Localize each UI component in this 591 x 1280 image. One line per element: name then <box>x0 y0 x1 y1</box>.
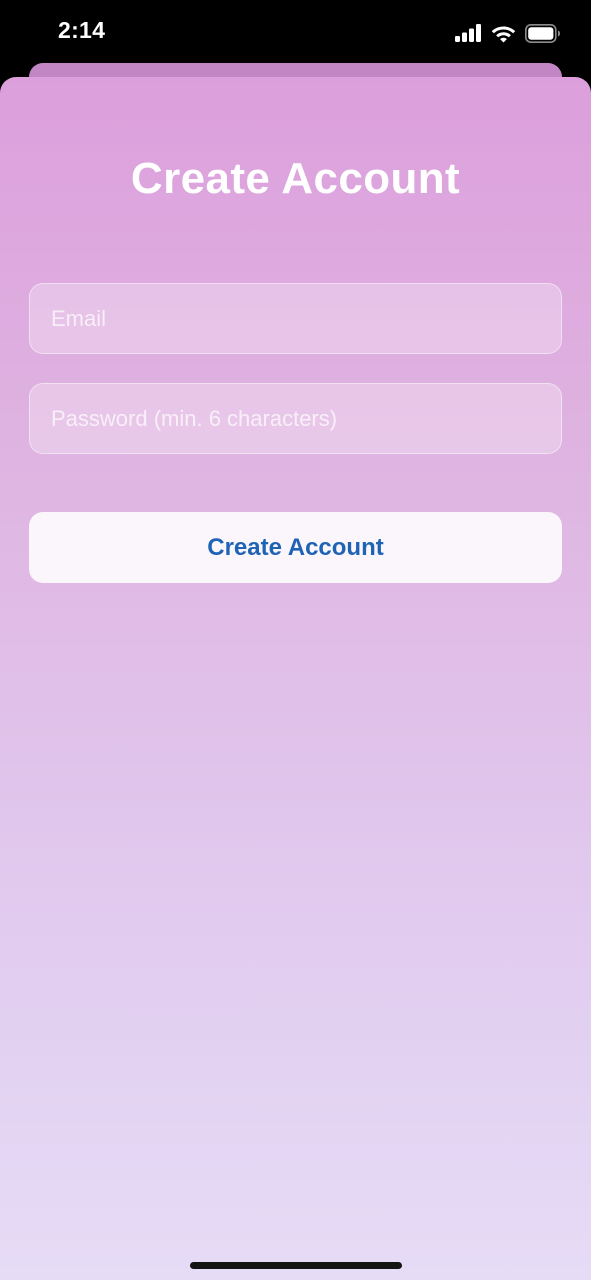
wifi-icon <box>491 24 516 43</box>
password-field[interactable] <box>51 405 561 432</box>
create-account-button[interactable]: Create Account <box>29 512 562 583</box>
phone-screen: 2:14 Create Account Email Create Account <box>0 0 591 1280</box>
battery-icon <box>525 23 561 43</box>
status-icons <box>455 22 561 44</box>
status-time: 2:14 <box>58 17 106 43</box>
create-account-sheet: Create Account Create Account <box>0 77 591 1280</box>
home-indicator[interactable] <box>190 1262 402 1269</box>
password-field-container <box>29 383 562 454</box>
email-field[interactable] <box>51 305 561 332</box>
cellular-signal-icon <box>455 24 482 42</box>
page-title: Create Account <box>130 154 461 203</box>
email-field-container <box>29 283 562 354</box>
status-bar: 2:14 <box>0 0 591 62</box>
